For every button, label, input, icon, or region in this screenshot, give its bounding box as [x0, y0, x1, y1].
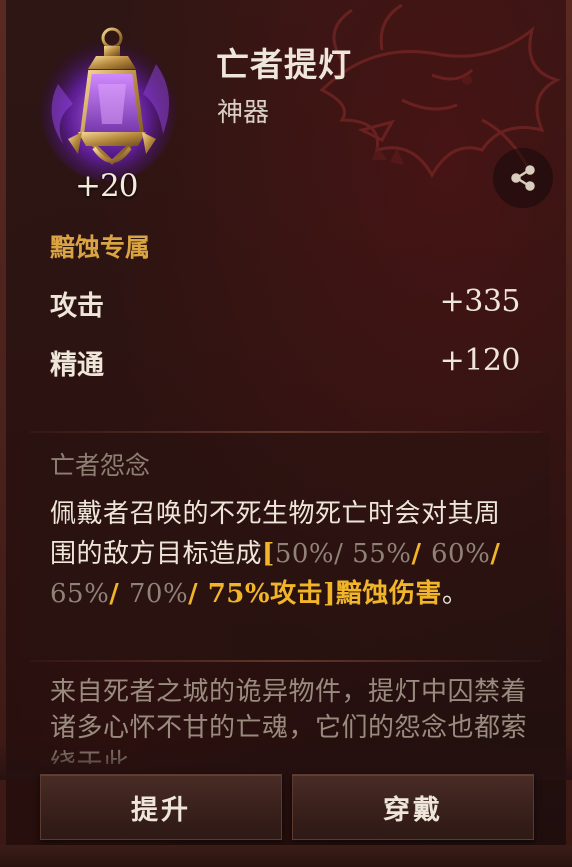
effect-tier-1: 50%/	[274, 539, 344, 569]
effect-sep: /	[109, 579, 129, 609]
stat-row-mastery: 精通 +120	[50, 343, 521, 382]
divider	[30, 431, 542, 433]
effect-tier-active: 75%攻击	[207, 579, 324, 609]
equip-button[interactable]: 穿戴	[292, 774, 534, 840]
share-button[interactable]	[493, 148, 553, 208]
bottom-band	[0, 845, 572, 867]
panel-left-edge	[0, 0, 6, 867]
effect-tier-4: 65%	[50, 579, 110, 609]
effect-description: 佩戴者召唤的不死生物死亡时会对其周围的敌方目标造成[50%/ 55%/ 60%/…	[50, 494, 520, 614]
effect-bracket-close: ]	[323, 579, 336, 609]
effect-damage-type: 黯蚀伤害	[335, 579, 442, 609]
effect-end: 。	[441, 579, 469, 609]
item-category: 神器	[217, 98, 270, 128]
stat-name: 精通	[50, 350, 104, 381]
stat-value: +335	[439, 284, 521, 319]
upgrade-button[interactable]: 提升	[40, 774, 282, 840]
stat-name: 攻击	[50, 291, 104, 322]
stat-value: +120	[439, 343, 521, 378]
exclusive-label: 黯蚀专属	[50, 233, 151, 262]
effect-sep: /	[411, 539, 432, 569]
item-level: +20	[75, 168, 138, 204]
effect-sep: /	[490, 539, 501, 569]
share-icon	[511, 165, 535, 191]
effect-tier-3: 60%	[431, 539, 491, 569]
effect-bracket-open: [	[262, 539, 275, 569]
effect-tier-5: 70%	[128, 579, 189, 609]
effect-title: 亡者怨念	[50, 451, 151, 480]
divider	[30, 660, 542, 662]
item-detail-panel: +20 亡者提灯 神器 黯蚀专属 攻击 +335 精通 +120 亡者怨念 佩戴…	[0, 0, 572, 867]
item-name: 亡者提灯	[216, 45, 352, 84]
effect-tier-2: 55%	[352, 539, 412, 569]
stat-row-attack: 攻击 +335	[50, 284, 521, 323]
effect-sep: /	[188, 579, 208, 609]
